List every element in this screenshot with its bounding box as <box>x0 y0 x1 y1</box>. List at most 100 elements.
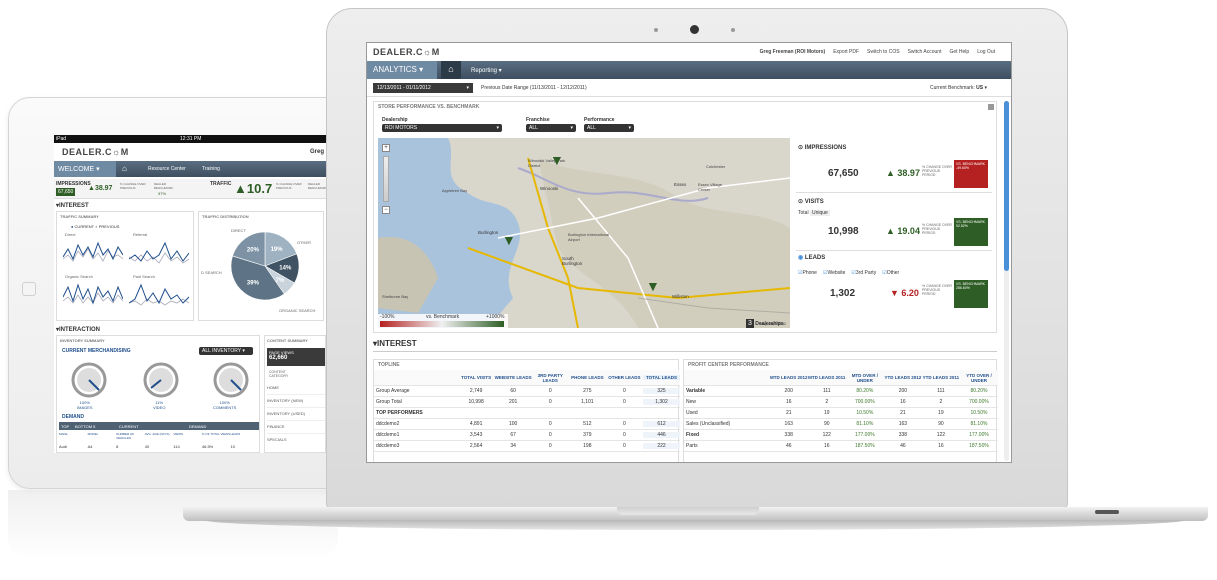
table-cell: Sales (Unclassified) <box>686 421 731 427</box>
demand-tab-current[interactable]: CURRENT <box>119 424 139 429</box>
map-marker-1[interactable]: ▼ <box>550 152 564 168</box>
leads-radio-icon[interactable]: ◉ <box>798 255 803 261</box>
content-summary-title: CONTENT SUMMARY <box>267 338 308 343</box>
demand-tab-bottom5[interactable]: BOTTOM 5 <box>75 424 95 429</box>
traffic-distribution-title: TRAFFIC DISTRIBUTION <box>202 214 249 219</box>
table-header-cell[interactable]: MTD LEADS 2011 <box>808 375 846 380</box>
table-row[interactable]: ddcdemo2 4,891 100 0 512 0 612 <box>374 419 681 430</box>
table-row[interactable]: TOP PERFORMERS <box>374 408 680 419</box>
table-cell: Group Total <box>376 399 402 405</box>
benchmark[interactable]: Current Benchmark: US ▾ <box>930 85 987 91</box>
top-link-export[interactable]: Export PDF <box>833 49 859 55</box>
content-item-inv-used[interactable]: INVENTORY (USED) <box>267 408 325 421</box>
scrollbar-thumb[interactable] <box>1004 101 1009 271</box>
panel-collapse-icon[interactable] <box>988 104 994 110</box>
filter-performance-value: ALL <box>587 125 596 131</box>
tablet-interest-title[interactable]: ▾INTEREST <box>56 202 89 209</box>
nav-welcome[interactable]: WELCOME ▾ <box>54 161 116 177</box>
table-header-cell[interactable]: TOTAL VISITS <box>458 375 495 380</box>
inventory-select[interactable]: ALL INVENTORY ▾ <box>199 347 253 355</box>
table-header-cell[interactable]: TOTAL LEADS <box>642 375 681 380</box>
table-row[interactable]: Sales (Unclassified) 163 90 81.10% 163 90 81.1… <box>684 419 998 430</box>
table-header-cell[interactable]: YTD OVER / UNDER <box>960 373 998 383</box>
home-icon[interactable]: ⌂ <box>122 164 127 173</box>
leads-check-3rdparty[interactable]: ☑3rd Party <box>851 270 876 276</box>
leads-check-website[interactable]: ☑Website <box>823 270 845 276</box>
nav-resource-center[interactable]: Resource Center <box>148 166 186 172</box>
top-link-switch[interactable]: Switch Account <box>908 49 942 55</box>
dealership-map[interactable]: + − Winooski Valley Park District Winoos… <box>378 138 790 328</box>
table-header-cell[interactable]: OTHER LEADS <box>606 375 643 380</box>
brand-logo: DEALER.C☼M <box>62 147 129 157</box>
top-link-help[interactable]: Get Help <box>949 49 969 55</box>
map-zoom-slider[interactable] <box>383 156 389 202</box>
visits-tab-unique[interactable]: Unique <box>809 210 830 216</box>
leads-check-other[interactable]: ☑Other <box>882 270 899 276</box>
table-row[interactable]: Group Total 10,998 201 0 1,101 0 1,302 <box>374 397 681 408</box>
table-row[interactable]: Parts 46 16 187.50% 46 16 187.50% <box>684 441 998 452</box>
filter-dealership-value: ROI MOTORS <box>385 125 418 131</box>
table-row[interactable]: New 16 2 700.00% 16 2 700.00% <box>684 397 998 408</box>
scale-mid: vs. Benchmark <box>426 314 460 320</box>
inventory-summary-panel: INVENTORY SUMMARY CURRENT MERCHANDISING … <box>56 335 260 453</box>
table-cell: 16 <box>900 399 906 405</box>
top-link-user[interactable]: Greg Freeman (ROI Motors) <box>760 49 826 55</box>
demand-col-age: AVG. AGE (DAYS) <box>144 432 170 436</box>
map-zoom-out[interactable]: − <box>382 206 390 214</box>
nav-analytics[interactable]: ANALYTICS ▾ <box>367 61 437 79</box>
map-marker-2[interactable]: ▼ <box>502 232 516 248</box>
map-marker-3[interactable]: ▼ <box>646 278 660 294</box>
page-views-box: PAGE VIEWS 62,660 <box>267 348 325 366</box>
demand-tab-demand[interactable]: DEMAND <box>189 424 206 429</box>
table-row[interactable]: Used 21 19 10.50% 21 19 10.50% <box>684 408 998 419</box>
traffic-legend: ● CURRENT ● PREVIOUS <box>71 224 119 229</box>
table-cell: 0 <box>623 443 626 449</box>
table-cell: 67 <box>510 432 516 438</box>
nav-training[interactable]: Training <box>202 166 220 172</box>
demand-col-model: MODEL <box>87 432 99 436</box>
interest-section-title[interactable]: ▾INTEREST <box>373 339 417 348</box>
map-zoom-in[interactable]: + <box>382 144 390 152</box>
top-link-logout[interactable]: Log Out <box>977 49 995 55</box>
content-item-inv-new[interactable]: INVENTORY (NEW) <box>267 395 325 408</box>
scrollbar-track[interactable] <box>1004 101 1009 461</box>
content-category-header: CONTENT CATEGORY <box>269 370 289 378</box>
demand-leads: 10 <box>230 444 235 449</box>
table-row[interactable]: Variable 200 111 80.20% 200 111 80.20% <box>684 386 998 397</box>
nav-home-icon[interactable]: ⌂ <box>441 61 461 79</box>
visits-tab-total[interactable]: Total <box>798 210 809 216</box>
nav-reporting[interactable]: Reporting ▾ <box>471 67 502 74</box>
content-item-finance[interactable]: FINANCE <box>267 421 325 434</box>
filter-performance-select[interactable]: ALL ▾ <box>584 124 634 132</box>
table-header-cell[interactable]: 3RD PARTY LEADS <box>532 373 569 383</box>
table-header-cell[interactable]: YTD LEADS 2011 <box>922 375 960 380</box>
top-link-cos[interactable]: Switch to COS <box>867 49 900 55</box>
table-row[interactable]: Group Average 2,749 60 0 275 0 325 <box>374 386 681 397</box>
table-header-cell[interactable]: PHONE LEADS <box>569 375 606 380</box>
table-row[interactable]: ddcdemo1 3,543 67 0 379 0 446 <box>374 430 681 441</box>
table-cell: New <box>686 399 697 405</box>
table-row[interactable]: ddcdemo3 2,564 34 0 198 0 222 <box>374 441 681 452</box>
table-cell: 4,891 <box>469 421 483 427</box>
user-name[interactable]: Greg <box>310 149 324 155</box>
filter-dealership-select[interactable]: ROI MOTORS ▾ <box>382 124 502 132</box>
content-item-specials[interactable]: SPECIALS <box>267 434 325 447</box>
tablet-kpi-strip: IMPRESSIONS 67,650 ▲38.97 % CHANGE OVER … <box>54 179 326 199</box>
filter-franchise-select[interactable]: ALL ▾ <box>526 124 576 132</box>
tablet-home-button[interactable] <box>22 282 36 296</box>
laptop-indicator <box>1095 510 1119 514</box>
demand-tab-top[interactable]: TOP <box>61 424 69 429</box>
table-header-cell[interactable]: YTD LEADS 2012 <box>884 375 922 380</box>
table-cell: Parts <box>686 443 698 449</box>
table-header-cell[interactable]: WEBSITE LEADS <box>495 375 532 380</box>
table-header-cell[interactable]: MTD LEADS 2012 <box>770 375 808 380</box>
table-header-cell[interactable]: MTD OVER / UNDER <box>846 373 884 383</box>
pie-slice-label: 14% <box>279 266 292 272</box>
content-item-home[interactable]: HOME <box>267 382 325 395</box>
leads-check-phone[interactable]: ☑Phone <box>798 270 817 276</box>
tablet-interaction-title[interactable]: ▾INTERACTION <box>56 326 100 333</box>
date-range-select[interactable]: 12/13/2011 - 01/11/2012 ▾ <box>373 83 473 93</box>
table-row[interactable]: Fixed 338 122 177.00% 338 122 177.00% <box>684 430 998 441</box>
demand-col-views: VIEWS <box>173 432 183 436</box>
date-range-value: 12/13/2011 - 01/11/2012 <box>377 85 431 91</box>
